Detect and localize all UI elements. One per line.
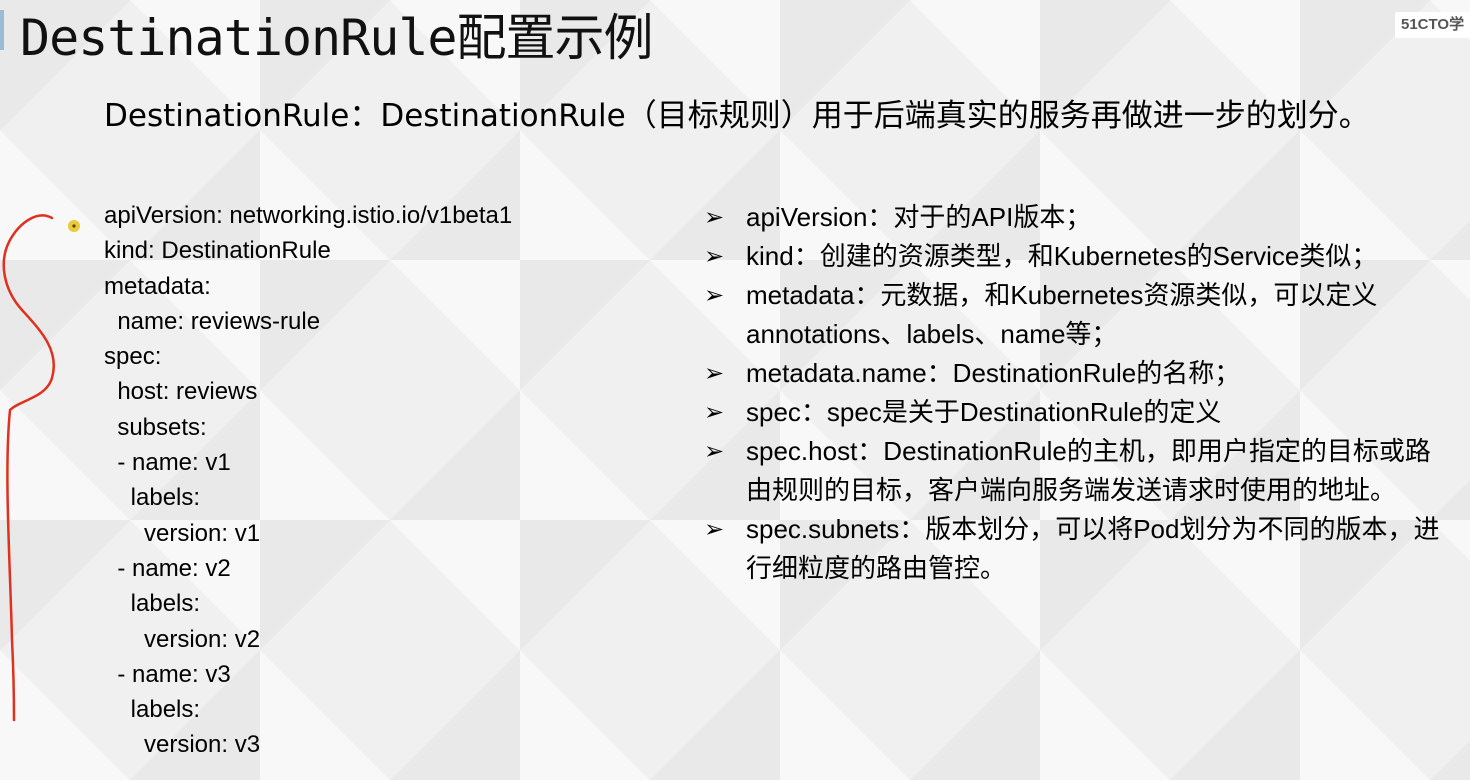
code-line: apiVersion: networking.istio.io/v1beta1 xyxy=(104,202,513,229)
arrow-bullet-icon: ➢ xyxy=(704,516,725,543)
arrow-bullet-icon: ➢ xyxy=(704,282,725,309)
red-bracket-stroke xyxy=(2,214,55,722)
brand-logo: 51CTO学 xyxy=(1395,12,1470,38)
bullet-text: metadata：元数据，和Kubernetes资源类似，可以定义annotat… xyxy=(746,280,1378,349)
arrow-bullet-icon: ➢ xyxy=(704,204,725,231)
bullet-item: ➢ apiVersion：对于的API版本； xyxy=(704,198,1454,237)
code-line: kind: DestinationRule xyxy=(104,237,331,265)
bullet-text: metadata.name：DestinationRule的名称； xyxy=(746,358,1241,388)
pointer-core-icon xyxy=(72,224,76,228)
code-line: subsets: xyxy=(104,413,207,441)
code-line: labels: xyxy=(104,484,201,512)
code-line: - name: v3 xyxy=(104,660,231,688)
code-line: name: reviews-rule xyxy=(104,307,321,335)
bullet-item: ➢ metadata.name：DestinationRule的名称； xyxy=(704,354,1454,393)
code-line: host: reviews xyxy=(104,378,258,406)
code-line: spec: xyxy=(104,343,162,371)
bullet-text: kind：创建的资源类型，和Kubernetes的Service类似； xyxy=(746,241,1378,271)
bullet-text: apiVersion：对于的API版本； xyxy=(746,202,1092,232)
code-line: version: v3 xyxy=(104,731,261,759)
bullet-item: ➢ spec：spec是关于DestinationRule的定义 xyxy=(704,393,1454,432)
pointer-dot-icon xyxy=(68,220,80,232)
code-line: version: v2 xyxy=(104,625,261,653)
code-line: labels: xyxy=(104,696,201,724)
slide-title: DestinationRule配置示例 xyxy=(20,9,654,67)
code-line: version: v1 xyxy=(104,519,261,547)
arrow-bullet-icon: ➢ xyxy=(704,399,725,426)
bullet-text: spec：spec是关于DestinationRule的定义 xyxy=(746,397,1222,427)
bullet-text: spec.host：DestinationRule的主机，即用户指定的目标或路由… xyxy=(746,436,1431,505)
bullet-item: ➢ spec.subnets：版本划分，可以将Pod划分为不同的版本，进行细粒度的… xyxy=(704,510,1454,588)
field-description-list: ➢ apiVersion：对于的API版本； ➢ kind：创建的资源类型，和Kub… xyxy=(704,198,1454,588)
code-line: - name: v2 xyxy=(104,554,231,582)
bullet-text: spec.subnets：版本划分，可以将Pod划分为不同的版本，进行细粒度的路… xyxy=(746,514,1440,583)
bullet-item: ➢ spec.host：DestinationRule的主机，即用户指定的目标或路… xyxy=(704,432,1454,510)
arrow-bullet-icon: ➢ xyxy=(704,438,725,465)
code-line: - name: v1 xyxy=(104,449,231,477)
arrow-bullet-icon: ➢ xyxy=(704,243,725,270)
code-line: metadata: xyxy=(104,272,211,300)
arrow-bullet-icon: ➢ xyxy=(704,360,725,387)
title-accent-bar xyxy=(0,10,4,50)
code-line: labels: xyxy=(104,590,201,618)
yaml-code-block: apiVersion: networking.istio.io/v1beta1 … xyxy=(104,198,512,763)
bullet-item: ➢ metadata：元数据，和Kubernetes资源类似，可以定义annota… xyxy=(704,276,1454,354)
intro-paragraph: DestinationRule：DestinationRule（目标规则）用于后… xyxy=(104,98,1370,134)
bullet-item: ➢ kind：创建的资源类型，和Kubernetes的Service类似； xyxy=(704,237,1454,276)
